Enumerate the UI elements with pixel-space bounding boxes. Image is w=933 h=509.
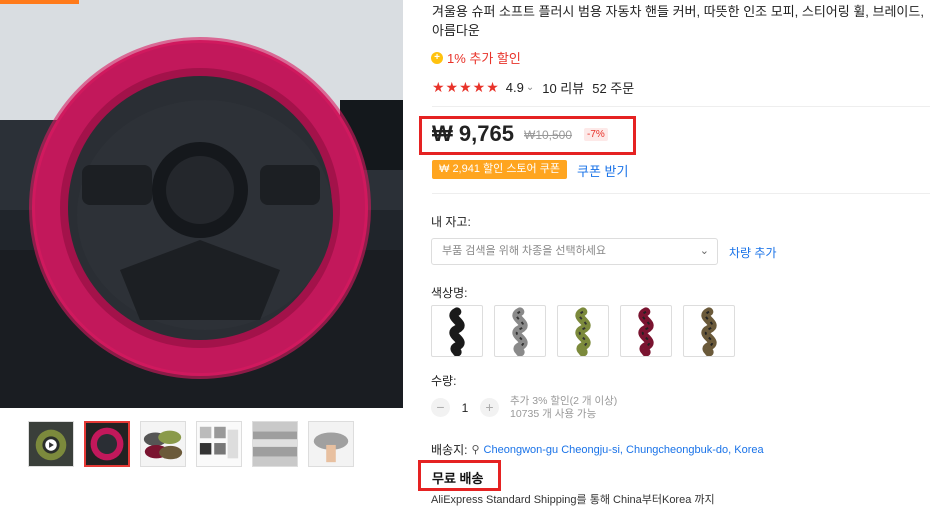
star-rating-icon: ★★★★★ <box>432 79 500 95</box>
divider <box>432 193 930 194</box>
chevron-down-icon[interactable]: ⌄ <box>526 82 534 93</box>
ship-to-row: 배송지: ⚲ Cheongwon-gu Cheongju-si, Chungch… <box>431 441 764 458</box>
color-swatches <box>431 305 735 357</box>
free-shipping-text: 무료 배송 <box>432 471 484 486</box>
product-info-panel: 겨울용 슈퍼 소프트 플러시 범용 자동차 핸들 커버, 따뜻한 인조 모피, … <box>418 0 933 509</box>
color-swatch-gray[interactable] <box>494 305 546 357</box>
thumbnail-strip <box>28 421 354 467</box>
main-product-image[interactable] <box>0 0 403 408</box>
shipping-method-text: AliExpress Standard Shipping를 통해 China부터… <box>431 494 715 506</box>
thumbnail-5[interactable] <box>252 421 298 467</box>
color-swatch-green[interactable] <box>557 305 609 357</box>
vehicle-label: 내 자고: <box>431 215 471 229</box>
divider <box>432 106 930 107</box>
quantity-stepper: − 1 + <box>431 398 499 417</box>
thumbnail-selected[interactable] <box>84 421 130 467</box>
thumbnail-3[interactable] <box>140 421 186 467</box>
get-coupon-link[interactable]: 쿠폰 받기 <box>577 161 628 180</box>
ship-to-label: 배송지: <box>431 443 468 457</box>
stock-available-text: 10735 개 사용 가능 <box>510 408 597 420</box>
extra-discount: + 1% 추가 할인 <box>431 48 521 67</box>
product-title: 겨울용 슈퍼 소프트 플러시 범용 자동차 핸들 커버, 따뜻한 인조 모피, … <box>432 4 924 38</box>
color-swatch-wine[interactable] <box>620 305 672 357</box>
ship-to-location[interactable]: Cheongwon-gu Cheongju-si, Chungcheongbuk… <box>484 444 764 456</box>
store-coupon-badge: ₩ 2,941 할인 스토어 쿠폰 <box>432 160 567 179</box>
quantity-label: 수량: <box>431 374 457 388</box>
discount-badge: -7% <box>584 128 608 141</box>
color-swatch-brown[interactable] <box>683 305 735 357</box>
vehicle-select[interactable]: 부품 검색을 위해 차종을 선택하세요 ⌄ <box>431 238 718 265</box>
chevron-down-icon: ⌄ <box>699 245 709 257</box>
add-vehicle-link[interactable]: 차량 추가 <box>729 244 777 261</box>
order-count: 52 주문 <box>592 81 635 96</box>
review-count[interactable]: 10 리뷰 <box>542 78 584 97</box>
coin-icon: + <box>431 51 443 64</box>
quantity-info: 추가 3% 할인(2 개 이상) 10735 개 사용 가능 <box>510 395 617 421</box>
badge-strip <box>0 0 79 4</box>
location-pin-icon: ⚲ <box>471 444 480 456</box>
increase-button[interactable]: + <box>480 398 499 417</box>
vehicle-select-placeholder: 부품 검색을 위해 차종을 선택하세요 <box>442 245 607 257</box>
original-price: ₩10,500 <box>524 128 573 142</box>
rating-value[interactable]: 4.9 <box>506 80 524 95</box>
product-gallery <box>0 0 403 509</box>
quantity-value[interactable]: 1 <box>450 401 480 415</box>
thumbnail-6[interactable] <box>308 421 354 467</box>
decrease-button[interactable]: − <box>431 398 450 417</box>
current-price: ₩ 9,765 <box>432 121 514 146</box>
rating-row: ★★★★★ 4.9 ⌄ 10 리뷰 52 주문 <box>432 78 634 97</box>
extra-discount-text: 1% 추가 할인 <box>447 51 521 66</box>
color-label: 색상명: <box>431 286 468 300</box>
bulk-discount-text: 추가 3% 할인(2 개 이상) <box>510 395 618 407</box>
thumbnail-4[interactable] <box>196 421 242 467</box>
color-swatch-black[interactable] <box>431 305 483 357</box>
thumbnail-video[interactable] <box>28 421 74 467</box>
